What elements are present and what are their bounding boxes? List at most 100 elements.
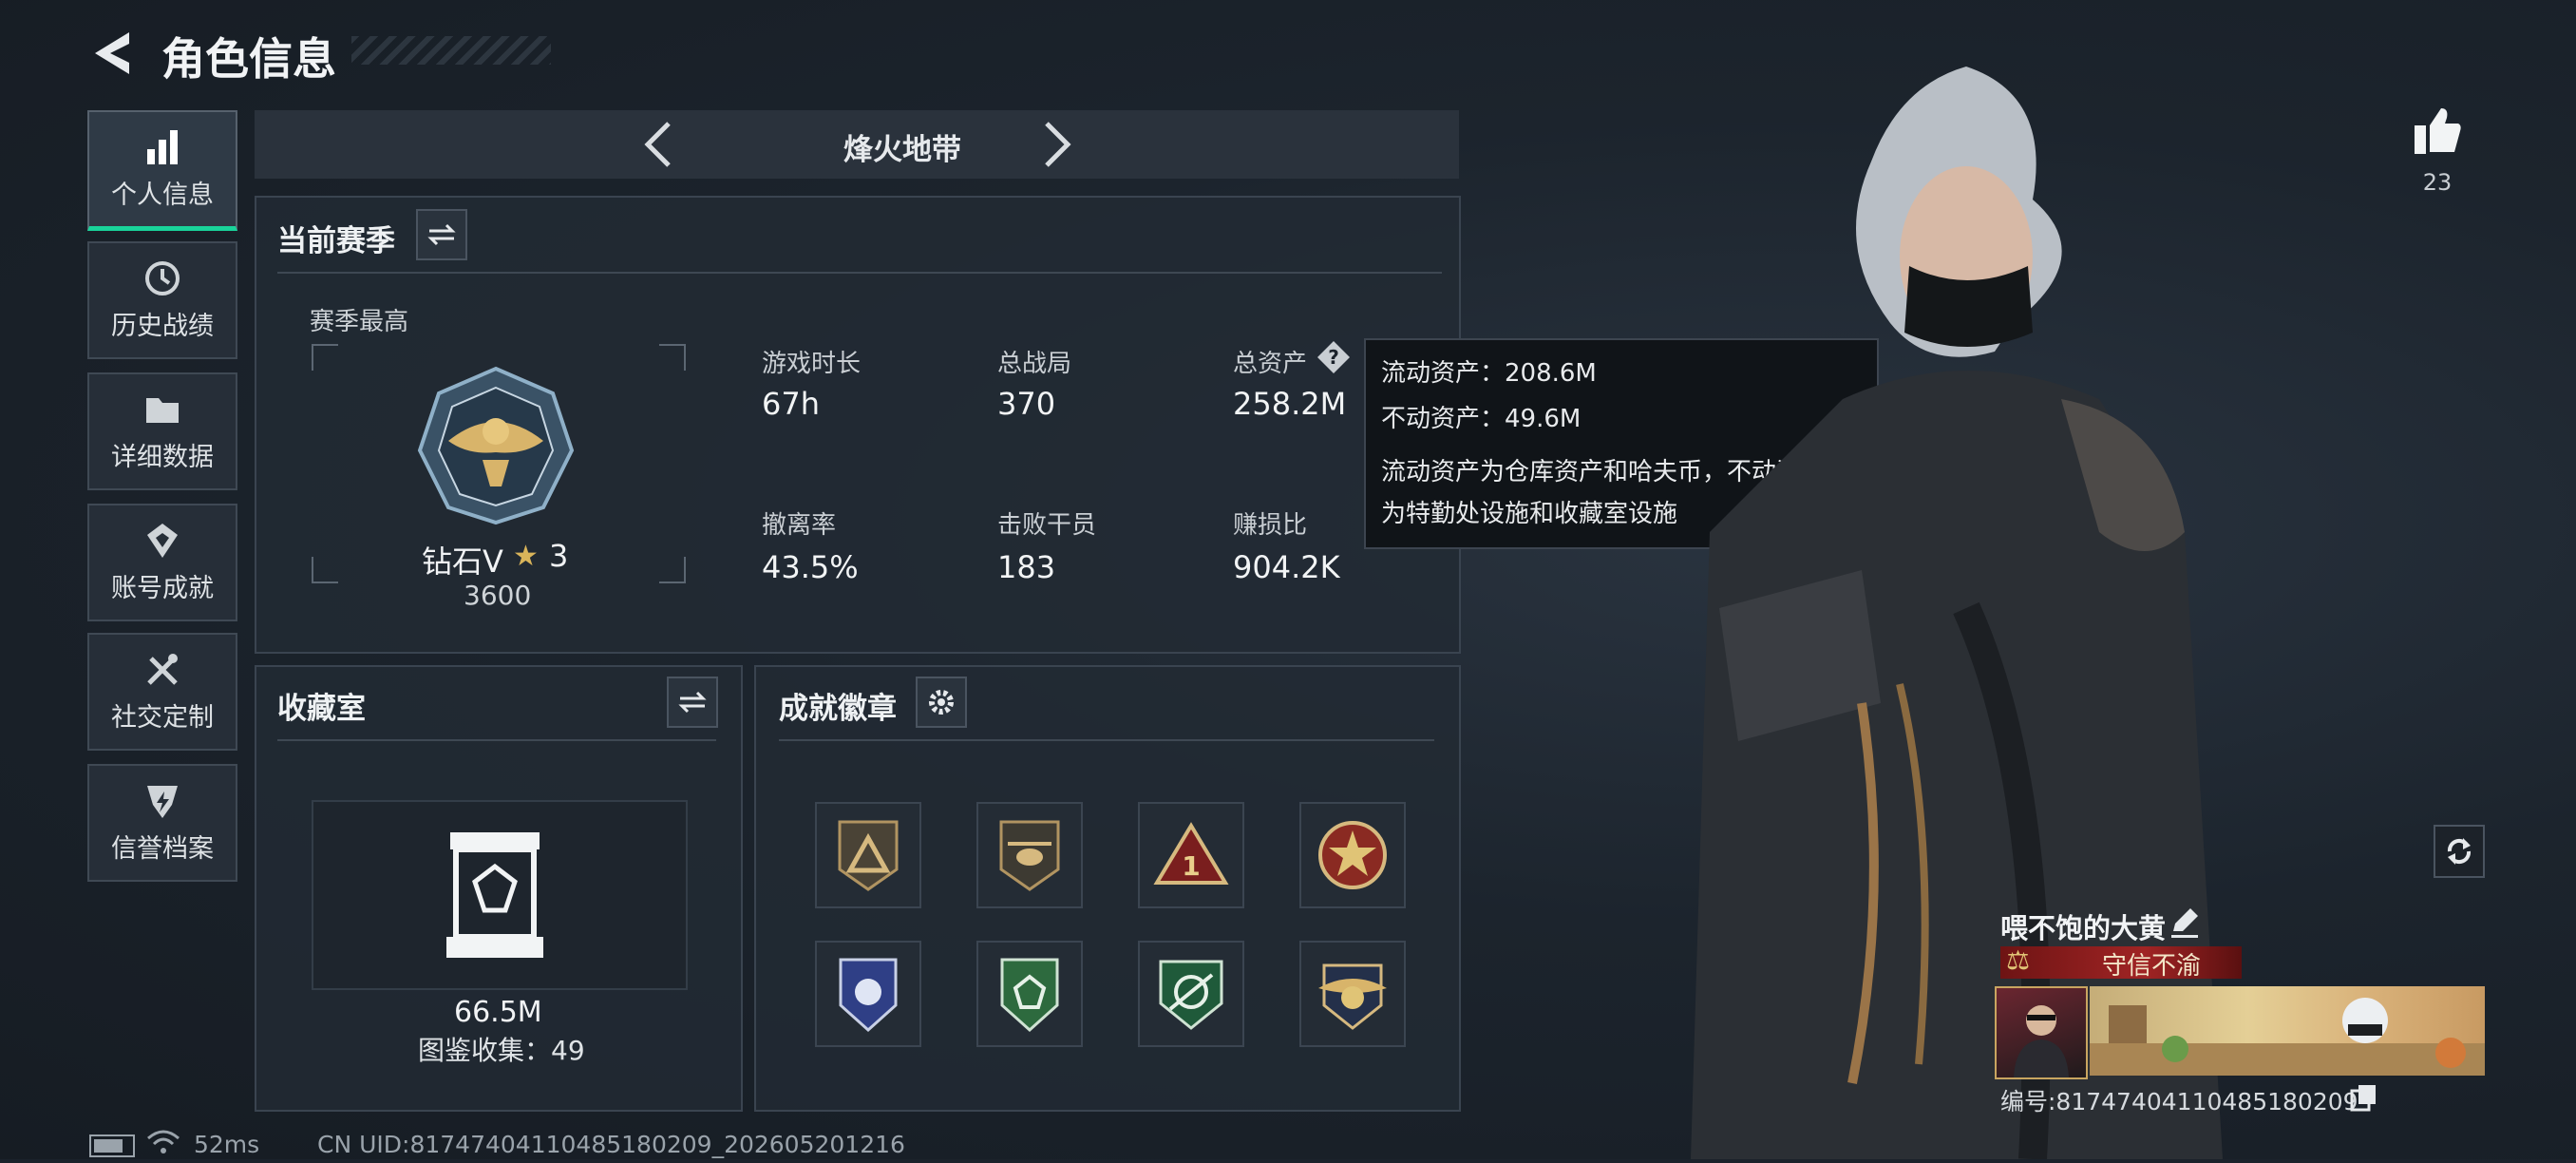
gear-icon xyxy=(929,690,954,715)
stat-value: 370 xyxy=(997,386,1056,422)
triangle-badge[interactable] xyxy=(815,802,921,908)
battery-fill xyxy=(94,1139,123,1153)
divider xyxy=(277,272,1442,274)
namecard-illustration xyxy=(2090,998,2485,1076)
sidebar-item-label: 账号成就 xyxy=(111,573,214,603)
sidebar-item-history[interactable]: 历史战绩 xyxy=(87,241,237,359)
stat-label: 总战局 xyxy=(997,350,1072,378)
back-arrow-icon xyxy=(95,32,129,74)
eagle-rank-icon xyxy=(417,366,575,525)
wifi-icon-svg xyxy=(147,1130,180,1153)
like-button[interactable] xyxy=(2411,105,2464,158)
page-title: 角色信息 xyxy=(161,33,336,85)
green-shield-badge[interactable] xyxy=(976,941,1083,1047)
stat-value: 904.2K xyxy=(1233,549,1340,585)
display-case-icon xyxy=(443,829,547,962)
sidebar-item-social-custom[interactable]: 社交定制 xyxy=(87,633,237,751)
stat-value: 258.2M xyxy=(1233,386,1347,422)
pencil-icon xyxy=(2171,908,2198,938)
frame-corner xyxy=(659,344,686,371)
copy-icon xyxy=(2350,1085,2376,1112)
sidebar-item-label: 历史战绩 xyxy=(111,311,214,341)
rank-star-icon: ★ xyxy=(513,540,539,573)
bar-chart-icon xyxy=(147,129,178,164)
header-stripes xyxy=(351,36,551,65)
divider xyxy=(277,739,716,741)
help-icon[interactable]: ? xyxy=(1316,340,1351,374)
back-button[interactable] xyxy=(87,27,137,80)
mode-label: 烽火地带 xyxy=(843,133,961,167)
blue-shield-badge[interactable] xyxy=(815,941,921,1047)
triangle-badge-icon xyxy=(838,820,899,891)
blue-shield-badge-icon xyxy=(839,958,898,1033)
avatar-figure xyxy=(2014,1005,2069,1077)
player-avatar[interactable] xyxy=(1995,986,2088,1079)
helicopter-badge[interactable] xyxy=(976,802,1083,908)
gold-wings-badge-icon xyxy=(1318,963,1387,1030)
star-medal-badge-icon xyxy=(1318,821,1387,889)
green-shield-badge-icon xyxy=(1000,958,1059,1033)
player-id: 编号:81747404110485180209 xyxy=(2000,1088,2358,1115)
tooltip-line: 流动资产：208.6M xyxy=(1381,359,1597,388)
frame-corner xyxy=(312,344,338,371)
mode-next-button[interactable] xyxy=(1035,116,1079,173)
edit-name-button[interactable] xyxy=(2168,905,2202,939)
season-title: 当前赛季 xyxy=(277,224,395,258)
ping-text: 52ms xyxy=(194,1131,260,1158)
season-highest-label: 赛季最高 xyxy=(310,308,409,336)
wifi-icon xyxy=(146,1129,180,1155)
helicopter-badge-icon xyxy=(999,820,1060,891)
collection-title: 收藏室 xyxy=(277,692,366,726)
sidebar-item-personal-info[interactable]: 个人信息 xyxy=(87,110,237,231)
number-one-badge-icon: 1 xyxy=(1153,822,1229,885)
rifle-badge[interactable] xyxy=(1138,941,1244,1047)
refresh-icon xyxy=(2447,838,2472,865)
like-count: 23 xyxy=(2422,169,2453,196)
achievement-icon xyxy=(147,523,178,558)
rank-name: 钻石V xyxy=(422,543,503,580)
folder-icon xyxy=(146,397,179,423)
thumbs-up-icon xyxy=(2415,108,2461,154)
sidebar-item-detailed-data[interactable]: 详细数据 xyxy=(87,372,237,490)
namecard-banner[interactable] xyxy=(2090,986,2485,1076)
achievements-settings-button[interactable] xyxy=(916,677,967,728)
star-medal-badge[interactable] xyxy=(1299,802,1406,908)
sidebar-item-credit-record[interactable]: 信誉档案 xyxy=(87,764,237,882)
stat-label: 游戏时长 xyxy=(762,350,862,378)
swap-icon xyxy=(678,691,707,714)
sidebar-item-label: 个人信息 xyxy=(111,180,214,210)
swap-icon xyxy=(427,223,456,246)
rank-points: 3600 xyxy=(464,580,532,611)
number-one-badge[interactable]: 1 xyxy=(1138,802,1244,908)
gold-wings-badge[interactable] xyxy=(1299,941,1406,1047)
collection-value: 66.5M xyxy=(454,996,542,1029)
mode-prev-button[interactable] xyxy=(636,116,680,173)
stat-label: 总资产 xyxy=(1233,350,1308,378)
frame-corner xyxy=(659,557,686,583)
history-icon xyxy=(145,260,180,296)
stat-value: 43.5% xyxy=(762,549,859,585)
svg-text:1: 1 xyxy=(1182,850,1200,882)
season-switch-button[interactable] xyxy=(416,209,467,260)
stat-label: 撤离率 xyxy=(762,511,837,540)
rotate-button[interactable] xyxy=(2434,825,2485,878)
stat-label: 击败干员 xyxy=(997,511,1097,540)
battery-icon xyxy=(89,1134,135,1157)
collection-switch-button[interactable] xyxy=(667,677,718,728)
collection-codex: 图鉴收集：49 xyxy=(418,1035,585,1066)
uid-text: CN UID:81747404110485180209_202605201216 xyxy=(317,1131,905,1158)
stat-label: 赚损比 xyxy=(1233,511,1308,540)
divider xyxy=(779,739,1434,741)
chevron-left-icon xyxy=(644,122,671,167)
rank-emblem xyxy=(410,365,581,526)
sidebar-item-label: 社交定制 xyxy=(111,702,214,733)
stat-value: 183 xyxy=(997,549,1056,585)
display-case-icon xyxy=(446,832,543,958)
sidebar-item-label: 信誉档案 xyxy=(111,833,214,864)
frame-corner xyxy=(312,557,338,583)
copy-id-button[interactable] xyxy=(2350,1083,2378,1112)
sidebar-item-account-achievements[interactable]: 账号成就 xyxy=(87,504,237,621)
svg-text:?: ? xyxy=(1328,346,1339,369)
tooltip-line: 为特勤处设施和收藏室设施 xyxy=(1381,500,1678,528)
chevron-right-icon xyxy=(1045,122,1071,167)
